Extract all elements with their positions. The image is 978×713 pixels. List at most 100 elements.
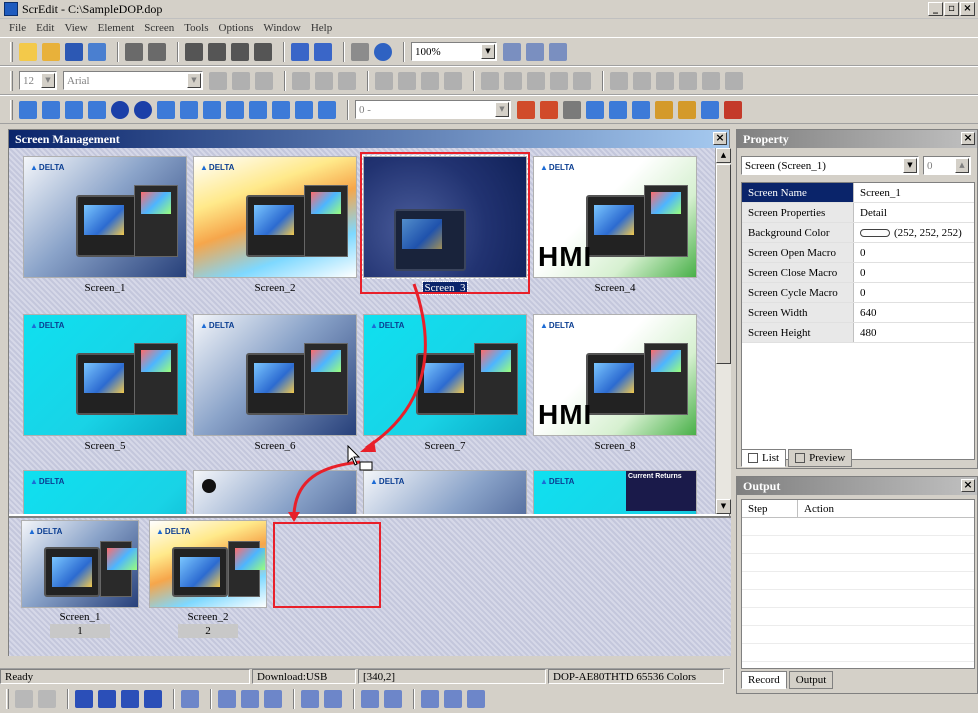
simulate-icon[interactable] xyxy=(540,100,558,119)
tab-record[interactable]: Record xyxy=(741,671,787,689)
distribute-icon[interactable] xyxy=(610,71,628,90)
sequence-card[interactable]: DELTA Screen_2 2 xyxy=(149,520,267,638)
bar-element-icon[interactable] xyxy=(65,100,83,119)
fill-color-icon[interactable] xyxy=(504,71,522,90)
screen-icon[interactable] xyxy=(291,42,309,61)
scroll-thumb[interactable] xyxy=(716,164,731,364)
property-row[interactable]: Screen Width 640 xyxy=(742,303,974,323)
copy-icon[interactable] xyxy=(208,42,226,61)
underline-icon[interactable] xyxy=(444,71,462,90)
new-icon[interactable] xyxy=(19,42,37,61)
screen-card[interactable] xyxy=(193,470,357,514)
tab-output[interactable]: Output xyxy=(788,671,834,689)
comm-icon[interactable] xyxy=(701,100,719,119)
column-step[interactable]: Step xyxy=(742,500,798,517)
open-icon[interactable] xyxy=(42,42,60,61)
property-row[interactable]: Screen Cycle Macro 0 xyxy=(742,283,974,303)
print-icon[interactable] xyxy=(351,42,369,61)
zoom-out-icon[interactable] xyxy=(526,42,544,61)
minimize-button[interactable]: _ xyxy=(928,2,943,16)
center-h-icon[interactable] xyxy=(421,689,439,708)
close-icon[interactable]: × xyxy=(713,132,727,145)
close-button[interactable]: × xyxy=(960,2,975,16)
find-icon[interactable] xyxy=(254,42,272,61)
property-row[interactable]: Screen Open Macro 0 xyxy=(742,243,974,263)
undo-icon[interactable] xyxy=(125,42,143,61)
property-row[interactable]: Screen Close Macro 0 xyxy=(742,263,974,283)
properties-icon[interactable] xyxy=(563,100,581,119)
layout2-icon[interactable] xyxy=(550,71,568,90)
center-v-icon[interactable] xyxy=(444,689,462,708)
menu-window[interactable]: Window xyxy=(258,22,305,34)
screen-card[interactable]: DELTA Screen_7 xyxy=(363,314,527,453)
same-height-icon[interactable] xyxy=(241,689,259,708)
align-right-icon[interactable] xyxy=(255,71,273,90)
property-row[interactable]: Background Color (252, 252, 252) xyxy=(742,223,974,243)
group-objects-icon[interactable] xyxy=(301,689,319,708)
send-back-icon[interactable] xyxy=(98,689,116,708)
screen-card[interactable]: DELTA Screen_5 xyxy=(23,314,187,453)
lamp-element-icon[interactable] xyxy=(134,100,152,119)
cut-icon[interactable] xyxy=(185,42,203,61)
menu-options[interactable]: Options xyxy=(214,22,259,34)
sequence-card[interactable]: DELTA Screen_1 1 xyxy=(21,520,139,638)
property-row[interactable]: Screen Properties Detail xyxy=(742,203,974,223)
ungroup-objects-icon[interactable] xyxy=(324,689,342,708)
help-icon[interactable] xyxy=(374,42,392,61)
align-right-edge-icon[interactable] xyxy=(38,689,56,708)
align-left-edge-icon[interactable] xyxy=(15,689,33,708)
vertical-scrollbar[interactable]: ▲ ▼ xyxy=(715,148,731,514)
redo-icon[interactable] xyxy=(148,42,166,61)
bold-icon[interactable] xyxy=(398,71,416,90)
ungroup-icon[interactable] xyxy=(702,71,720,90)
keypad-element-icon[interactable] xyxy=(295,100,313,119)
tab-preview[interactable]: Preview xyxy=(788,449,853,467)
distribute3-icon[interactable] xyxy=(656,71,674,90)
align-bottom-icon[interactable] xyxy=(338,71,356,90)
align-left-icon[interactable] xyxy=(209,71,227,90)
restore-button[interactable]: ▫ xyxy=(944,2,959,16)
transfer-icon[interactable] xyxy=(632,100,650,119)
property-spin[interactable]: 0 ▲ xyxy=(923,156,971,175)
center-both-icon[interactable] xyxy=(467,689,485,708)
backward-icon[interactable] xyxy=(144,689,162,708)
input-element-icon[interactable] xyxy=(180,100,198,119)
save-icon[interactable] xyxy=(65,42,83,61)
bring-front-icon[interactable] xyxy=(75,689,93,708)
space-v-icon[interactable] xyxy=(384,689,402,708)
scroll-down-icon[interactable]: ▼ xyxy=(716,499,731,514)
save-as-icon[interactable] xyxy=(88,42,106,61)
pipe-element-icon[interactable] xyxy=(111,100,129,119)
zoom-icon[interactable] xyxy=(549,42,567,61)
scroll-up-icon[interactable]: ▲ xyxy=(716,148,731,163)
line-color-icon[interactable] xyxy=(481,71,499,90)
order-icon[interactable] xyxy=(725,71,743,90)
table-element-icon[interactable] xyxy=(318,100,336,119)
align-center-icon[interactable] xyxy=(232,71,250,90)
tab-list[interactable]: List xyxy=(741,449,787,467)
menu-element[interactable]: Element xyxy=(93,22,140,34)
same-size-icon[interactable] xyxy=(264,689,282,708)
group-icon[interactable] xyxy=(679,71,697,90)
display-element-icon[interactable] xyxy=(157,100,175,119)
font-name-select[interactable]: Arial ▼ xyxy=(63,71,203,90)
graph-element-icon[interactable] xyxy=(226,100,244,119)
property-row[interactable]: Screen Height 480 xyxy=(742,323,974,343)
screen-card[interactable]: DELTA xyxy=(23,470,187,514)
compile-icon[interactable] xyxy=(517,100,535,119)
element-select[interactable]: 0 - ▼ xyxy=(355,100,511,119)
distribute2-icon[interactable] xyxy=(633,71,651,90)
italic-icon[interactable] xyxy=(421,71,439,90)
font-size-select[interactable]: 12 ▼ xyxy=(19,71,57,90)
screen-card[interactable]: DELTA HMI Screen_8 xyxy=(533,314,697,453)
export-icon[interactable] xyxy=(655,100,673,119)
screen-card[interactable]: DELTA Screen_2 xyxy=(193,156,357,295)
same-width-icon[interactable] xyxy=(218,689,236,708)
align-middle-icon[interactable] xyxy=(315,71,333,90)
distribute-h-icon[interactable] xyxy=(181,689,199,708)
layout-icon[interactable] xyxy=(527,71,545,90)
screen-card[interactable]: DELTA Current Returns xyxy=(533,470,697,514)
import-icon[interactable] xyxy=(678,100,696,119)
close-icon[interactable]: × xyxy=(961,132,975,145)
run-icon[interactable] xyxy=(724,100,742,119)
